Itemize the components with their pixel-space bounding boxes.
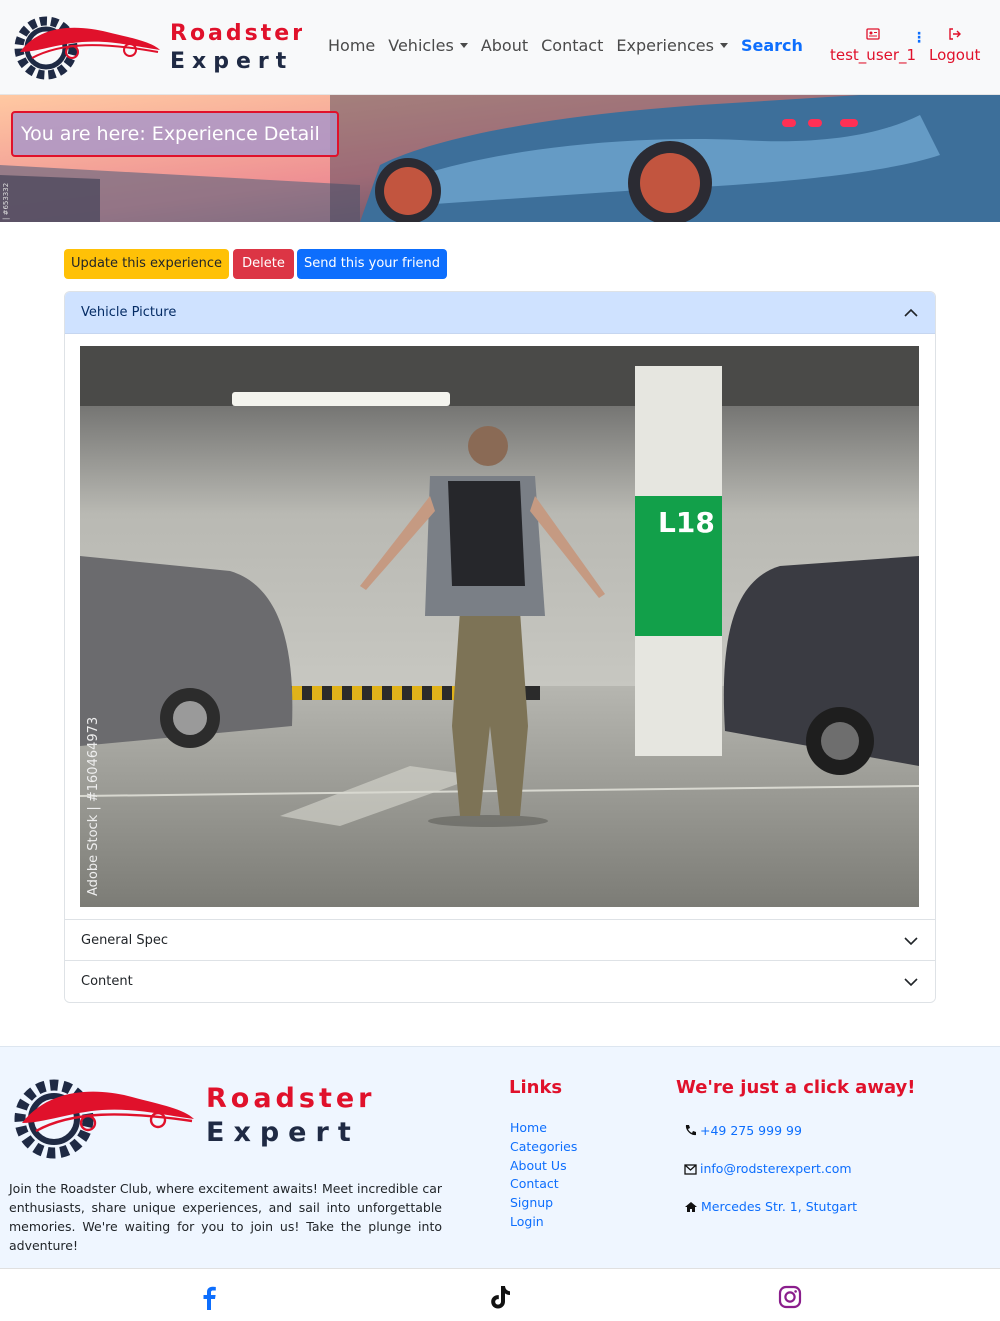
accordion-general-spec-label: General Spec [81, 933, 169, 948]
logout-icon [929, 28, 980, 44]
accordion-general-spec-header[interactable]: General Spec [65, 919, 935, 961]
vehicle-picture: L18 Adobe Stock | #160464973 [80, 346, 919, 907]
footer-logo-line2: Expert [206, 1117, 360, 1148]
contact-email-text: info@rodsterexpert.com [700, 1161, 852, 1176]
stock-watermark-vertical: Adobe Stock | #160464973 [86, 716, 101, 896]
contact-phone[interactable]: +49 275 999 99 [684, 1123, 802, 1138]
accordion-vehicle-picture-label: Vehicle Picture [81, 305, 177, 320]
footer-links: Home Categories About Us Contact Signup … [510, 1119, 577, 1232]
send-to-friend-button[interactable]: Send this your friend [297, 249, 447, 279]
nav-experiences-label: Experiences [616, 36, 714, 55]
delete-button[interactable]: Delete [233, 249, 294, 279]
envelope-icon [684, 1164, 697, 1175]
logo-line2: Expert [170, 49, 293, 74]
phone-icon [685, 1125, 696, 1136]
nav-about[interactable]: About [481, 36, 528, 55]
username: test_user_1 [830, 46, 917, 64]
footer: Roadster Expert Join the Roadster Club, … [0, 1046, 1000, 1268]
footer-link-about-us[interactable]: About Us [510, 1157, 577, 1176]
footer-link-login[interactable]: Login [510, 1213, 577, 1232]
breadcrumb: You are here: Experience Detail [11, 111, 339, 157]
chevron-down-icon [719, 43, 728, 48]
experience-accordion: Vehicle Picture L18 Adobe Stock | #16046… [64, 291, 936, 1003]
nav-vehicles[interactable]: Vehicles [388, 36, 468, 55]
logout-link[interactable]: Logout [929, 28, 980, 64]
footer-logo-line1: Roadster [206, 1083, 372, 1114]
nav-menu: Home Vehicles About Contact Experiences … [328, 36, 816, 55]
logo-line1: Roadster [170, 21, 302, 46]
nav-experiences[interactable]: Experiences [616, 36, 728, 55]
contact-address-text: Mercedes Str. 1, Stutgart [701, 1199, 857, 1214]
contact-email[interactable]: info@rodsterexpert.com [684, 1161, 852, 1176]
accordion-content-header[interactable]: Content [65, 960, 935, 1002]
contact-address[interactable]: Mercedes Str. 1, Stutgart [684, 1199, 857, 1214]
chevron-down-icon [904, 937, 918, 946]
gear-logo-icon [14, 1079, 194, 1159]
user-profile-link[interactable]: test_user_1 [830, 28, 916, 64]
footer-about-text: Join the Roadster Club, where excitement… [9, 1181, 442, 1253]
nav-search[interactable]: Search [741, 36, 803, 55]
chevron-up-icon [904, 308, 918, 317]
pillar-sign: L18 [658, 506, 715, 539]
footer-contact-title: We're just a click away! [676, 1077, 916, 1098]
logout-label: Logout [929, 46, 981, 64]
footer-link-contact[interactable]: Contact [510, 1175, 577, 1194]
footer-link-categories[interactable]: Categories [510, 1138, 577, 1157]
footer-link-home[interactable]: Home [510, 1119, 577, 1138]
footer-link-signup[interactable]: Signup [510, 1194, 577, 1213]
stock-watermark: | #653332 [2, 182, 10, 220]
tiktok-icon[interactable] [488, 1284, 512, 1310]
footer-links-title: Links [509, 1077, 563, 1098]
nav-contact[interactable]: Contact [541, 36, 603, 55]
more-menu[interactable]: ⋮ [912, 30, 926, 48]
nav-home[interactable]: Home [328, 36, 375, 55]
navbar: Roadster Expert Home Vehicles About Cont… [0, 0, 1000, 95]
chevron-down-icon [459, 43, 468, 48]
footer-logo[interactable]: Roadster Expert [12, 1073, 372, 1161]
nav-vehicles-label: Vehicles [388, 36, 454, 55]
hero-banner: You are here: Experience Detail | #65333… [0, 95, 1000, 222]
social-bar [0, 1268, 1000, 1321]
instagram-icon[interactable] [778, 1284, 802, 1310]
update-experience-button[interactable]: Update this experience [64, 249, 229, 279]
gear-logo-icon [14, 16, 160, 80]
facebook-icon[interactable] [197, 1284, 221, 1310]
chevron-down-icon [904, 978, 918, 987]
vertical-dots-icon: ⋮ [912, 30, 926, 46]
home-icon [685, 1202, 697, 1212]
contact-phone-text: +49 275 999 99 [700, 1123, 802, 1138]
logo[interactable]: Roadster Expert [12, 12, 302, 82]
accordion-vehicle-picture-header[interactable]: Vehicle Picture [65, 292, 935, 334]
accordion-content-label: Content [81, 974, 133, 989]
id-card-icon [830, 28, 916, 44]
